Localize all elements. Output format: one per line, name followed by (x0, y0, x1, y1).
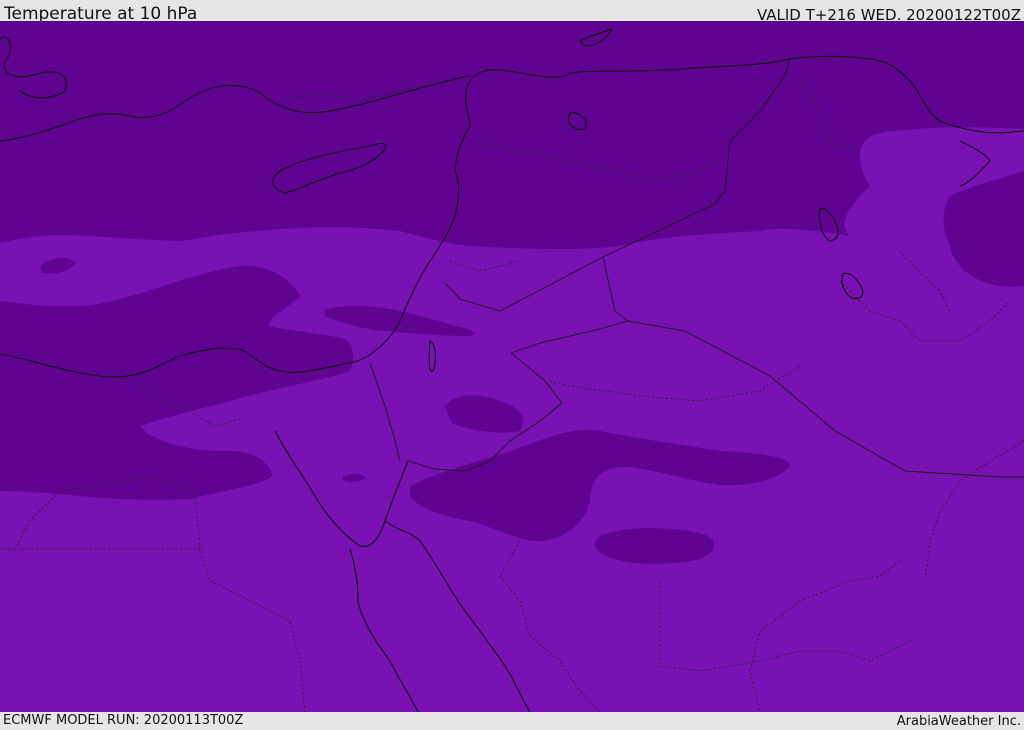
model-run: ECMWF MODEL RUN: 20200113T00Z (3, 713, 244, 728)
credit-label: ArabiaWeather Inc. (896, 714, 1021, 729)
temperature-map[interactable] (0, 21, 1024, 712)
temperature-band-south-2 (594, 528, 715, 564)
